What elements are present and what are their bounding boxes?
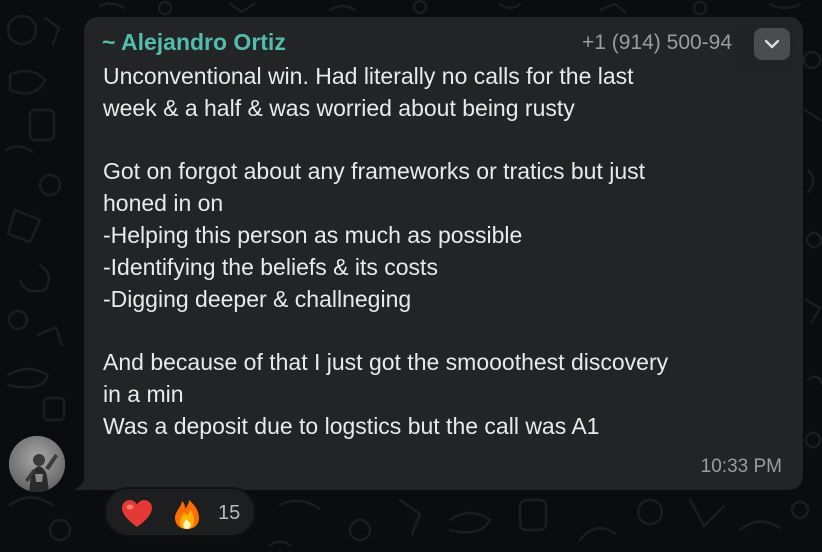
avatar-photo <box>9 436 65 492</box>
reaction-count: 15 <box>218 502 241 524</box>
message-timestamp: 10:33 PM <box>700 456 782 477</box>
sender-phone: +1 (914) 500-94 <box>582 31 733 54</box>
reactions-pill[interactable]: 15 <box>104 487 256 537</box>
message-menu-button[interactable] <box>754 28 790 60</box>
heart-icon <box>122 500 152 527</box>
sender-name[interactable]: ~ Alejandro Ortiz <box>102 26 286 58</box>
message-text: Unconventional win. Had literally no cal… <box>103 63 669 439</box>
avatar[interactable] <box>9 436 65 492</box>
fire-icon <box>175 500 199 529</box>
chevron-down-icon <box>764 39 780 49</box>
